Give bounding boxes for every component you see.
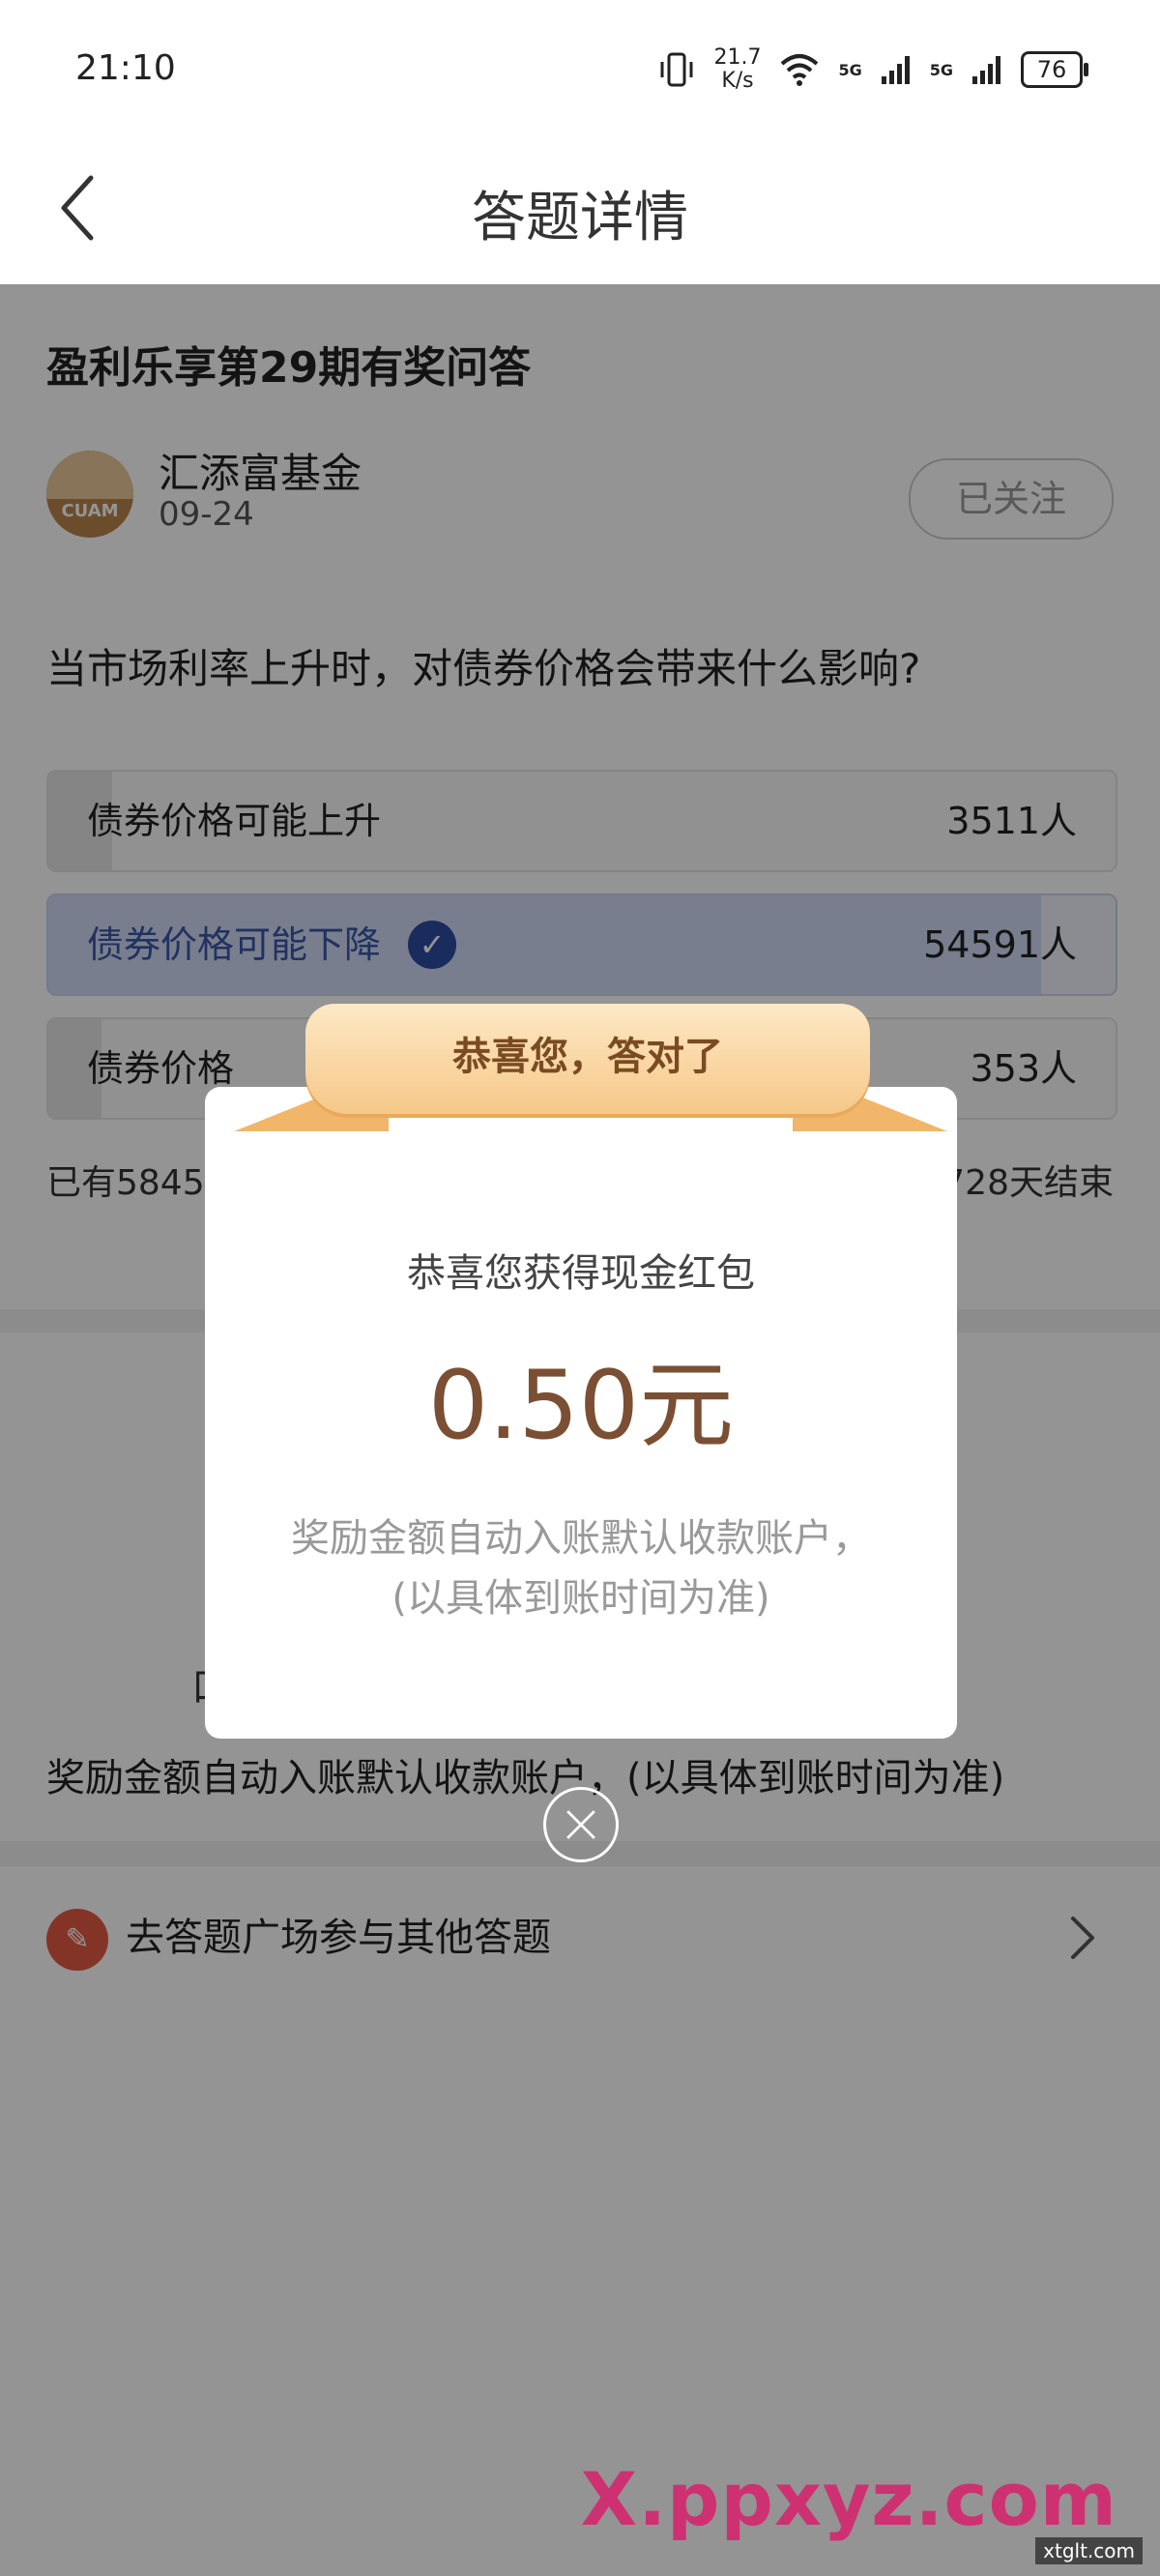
watermark: X.ppxyz.com [580,2456,1117,2542]
battery-icon: 76 [1021,51,1088,88]
network-type-2: 5G [929,60,953,79]
nav-bar: 答题详情 [0,135,1160,284]
status-time: 21:10 [75,48,176,88]
speed-value: 21.7 [713,45,762,70]
close-icon[interactable] [543,1787,619,1862]
signal-icon-1 [881,56,910,84]
speed-unit: K/s [721,69,754,93]
dialog-subtitle: 恭喜您获得现金红包 [407,1251,755,1296]
wifi-icon [781,54,819,86]
reward-amount: 0.50元 [427,1351,735,1461]
status-bar: 21:10 21.7 K/s 5G 5G 76 [0,0,1160,135]
vibrate-icon [660,52,693,87]
banner-text: 恭喜您，答对了 [452,1035,723,1079]
watermark-site: xtglt.com [1035,2537,1143,2564]
dialog-note-line-1: 奖励金额自动入账默认收款账户， [291,1516,871,1561]
network-type-1: 5G [838,60,862,79]
page-title: 答题详情 [472,187,688,249]
network-speed: 21.7 K/s [713,46,761,93]
dialog-note-line-2: (以具体到账时间为准) [392,1576,770,1621]
signal-icon-2 [972,56,1000,84]
status-icons: 21.7 K/s 5G 5G 76 [657,41,1088,99]
